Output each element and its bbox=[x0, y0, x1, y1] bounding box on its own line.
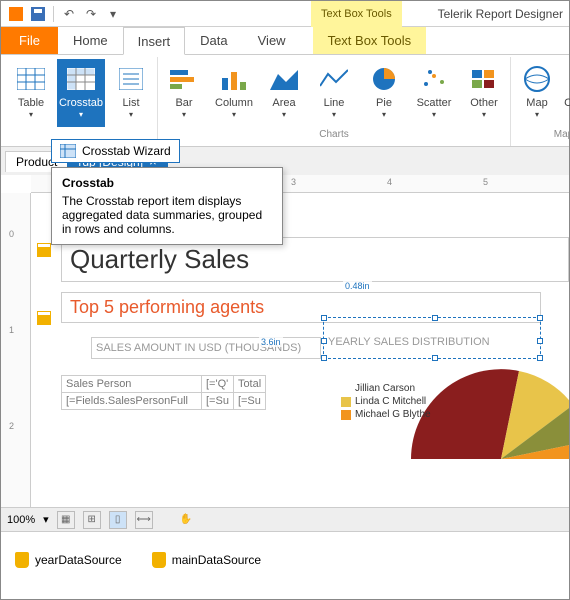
choropleth-button[interactable]: Choropleth bbox=[563, 59, 570, 127]
datasource-label: yearDataSource bbox=[35, 553, 122, 567]
tab-insert[interactable]: Insert bbox=[123, 27, 186, 55]
datasource-label: mainDataSource bbox=[172, 553, 261, 567]
pie-chart-icon bbox=[368, 63, 400, 95]
line-chart-button[interactable]: Line▾ bbox=[310, 59, 358, 127]
ribbon: Table▾ Crosstab▾ List▾ Bar▾ Column▾ Area… bbox=[1, 55, 569, 147]
crosstab-tooltip: Crosstab The Crosstab report item displa… bbox=[51, 167, 283, 245]
crosstab-button[interactable]: Crosstab▾ bbox=[57, 59, 105, 127]
column-chart-button[interactable]: Column▾ bbox=[210, 59, 258, 127]
ribbon-group-table: Table▾ Crosstab▾ List▾ bbox=[5, 57, 158, 146]
left-label: SALES AMOUNT IN USD (THOUSANDS) bbox=[94, 340, 318, 356]
tab-textbox-tools[interactable]: Text Box Tools bbox=[313, 27, 427, 54]
bar-chart-button[interactable]: Bar▾ bbox=[160, 59, 208, 127]
tab-file[interactable]: File bbox=[1, 27, 58, 54]
table-cell: [=Fields.SalesPersonFull bbox=[62, 393, 202, 410]
tab-view[interactable]: View bbox=[243, 27, 301, 54]
table-button[interactable]: Table▾ bbox=[7, 59, 55, 127]
bar-chart-icon bbox=[168, 63, 200, 95]
list-icon bbox=[115, 63, 147, 95]
ruler-vertical: 012 bbox=[1, 193, 31, 507]
status-bar: 100% ▾ ▦ ⊞ ▯ ⟷ ✋ bbox=[1, 507, 569, 531]
show-grid-icon[interactable]: ▯ bbox=[109, 511, 127, 529]
datasource-icon bbox=[152, 552, 166, 568]
right-label: YEARLY SALES DISTRIBUTION bbox=[324, 318, 540, 350]
pie-chart[interactable] bbox=[411, 369, 569, 459]
tooltip-body: The Crosstab report item displays aggreg… bbox=[62, 194, 272, 236]
chart-legend: Jillian Carson Linda C Mitchell Michael … bbox=[341, 383, 431, 422]
tab-home[interactable]: Home bbox=[58, 27, 123, 54]
table-cell: [=Su bbox=[202, 393, 234, 410]
tooltip-title: Crosstab bbox=[62, 176, 272, 190]
crosstab-wizard-label: Crosstab Wizard bbox=[82, 144, 171, 158]
contextual-tools-label: Text Box Tools bbox=[311, 1, 402, 27]
section-marker-icon bbox=[37, 243, 51, 257]
zoom-level[interactable]: 100% bbox=[7, 514, 35, 526]
ribbon-group-maps: Map▾ Choropleth Maps bbox=[511, 57, 570, 146]
dimension-vertical-label: 0.48in bbox=[343, 281, 372, 291]
datasource-item[interactable]: mainDataSource bbox=[152, 552, 261, 568]
snap-grid-icon[interactable]: ▦ bbox=[57, 511, 75, 529]
pan-icon[interactable]: ✋ bbox=[177, 511, 195, 529]
ribbon-tabs: File Home Insert Data View Text Box Tool… bbox=[1, 27, 569, 55]
crosstab-wizard-icon bbox=[60, 144, 76, 158]
table-cell: [=Su bbox=[233, 393, 265, 410]
other-chart-icon bbox=[468, 63, 500, 95]
dimension-horizontal-label: 3.6in bbox=[259, 337, 283, 347]
table-header: Total bbox=[233, 376, 265, 393]
other-chart-button[interactable]: Other▾ bbox=[460, 59, 508, 127]
save-icon[interactable] bbox=[29, 5, 47, 23]
ribbon-group-charts: Bar▾ Column▾ Area▾ Line▾ Pie▾ Scatter▾ O… bbox=[158, 57, 511, 146]
redo-icon[interactable]: ↷ bbox=[82, 5, 100, 23]
map-button[interactable]: Map▾ bbox=[513, 59, 561, 127]
ribbon-group-label-maps: Maps bbox=[554, 127, 570, 142]
report-title: Quarterly Sales bbox=[68, 240, 562, 279]
crosstab-icon bbox=[65, 63, 97, 95]
table-icon bbox=[15, 63, 47, 95]
scatter-chart-icon bbox=[418, 63, 450, 95]
crosstab-wizard-menuitem[interactable]: Crosstab Wizard bbox=[51, 139, 180, 163]
table-header: [='Q' bbox=[202, 376, 234, 393]
dimensions-icon[interactable]: ⟷ bbox=[135, 511, 153, 529]
list-button[interactable]: List▾ bbox=[107, 59, 155, 127]
left-label-textbox[interactable]: SALES AMOUNT IN USD (THOUSANDS) bbox=[91, 337, 321, 359]
area-chart-button[interactable]: Area▾ bbox=[260, 59, 308, 127]
datasource-panel: yearDataSource mainDataSource bbox=[1, 531, 569, 587]
area-chart-icon bbox=[268, 63, 300, 95]
ribbon-group-label-charts: Charts bbox=[319, 127, 348, 142]
qat-dropdown-icon[interactable]: ▾ bbox=[104, 5, 122, 23]
snap-lines-icon[interactable]: ⊞ bbox=[83, 511, 101, 529]
line-chart-icon bbox=[318, 63, 350, 95]
table-header: Sales Person bbox=[62, 376, 202, 393]
zoom-dropdown-icon[interactable]: ▾ bbox=[43, 513, 49, 526]
datasource-item[interactable]: yearDataSource bbox=[15, 552, 122, 568]
map-icon bbox=[521, 63, 553, 95]
tab-data[interactable]: Data bbox=[185, 27, 242, 54]
section-marker-icon bbox=[37, 311, 51, 325]
scatter-chart-button[interactable]: Scatter▾ bbox=[410, 59, 458, 127]
selected-textbox[interactable]: YEARLY SALES DISTRIBUTION bbox=[323, 317, 541, 359]
pie-chart-button[interactable]: Pie▾ bbox=[360, 59, 408, 127]
undo-icon[interactable]: ↶ bbox=[60, 5, 78, 23]
app-title: Telerik Report Designer bbox=[438, 1, 563, 27]
app-icon bbox=[7, 5, 25, 23]
datasource-icon bbox=[15, 552, 29, 568]
column-chart-icon bbox=[218, 63, 250, 95]
crosstab-preview[interactable]: Sales Person[='Q'Total [=Fields.SalesPer… bbox=[61, 375, 266, 410]
